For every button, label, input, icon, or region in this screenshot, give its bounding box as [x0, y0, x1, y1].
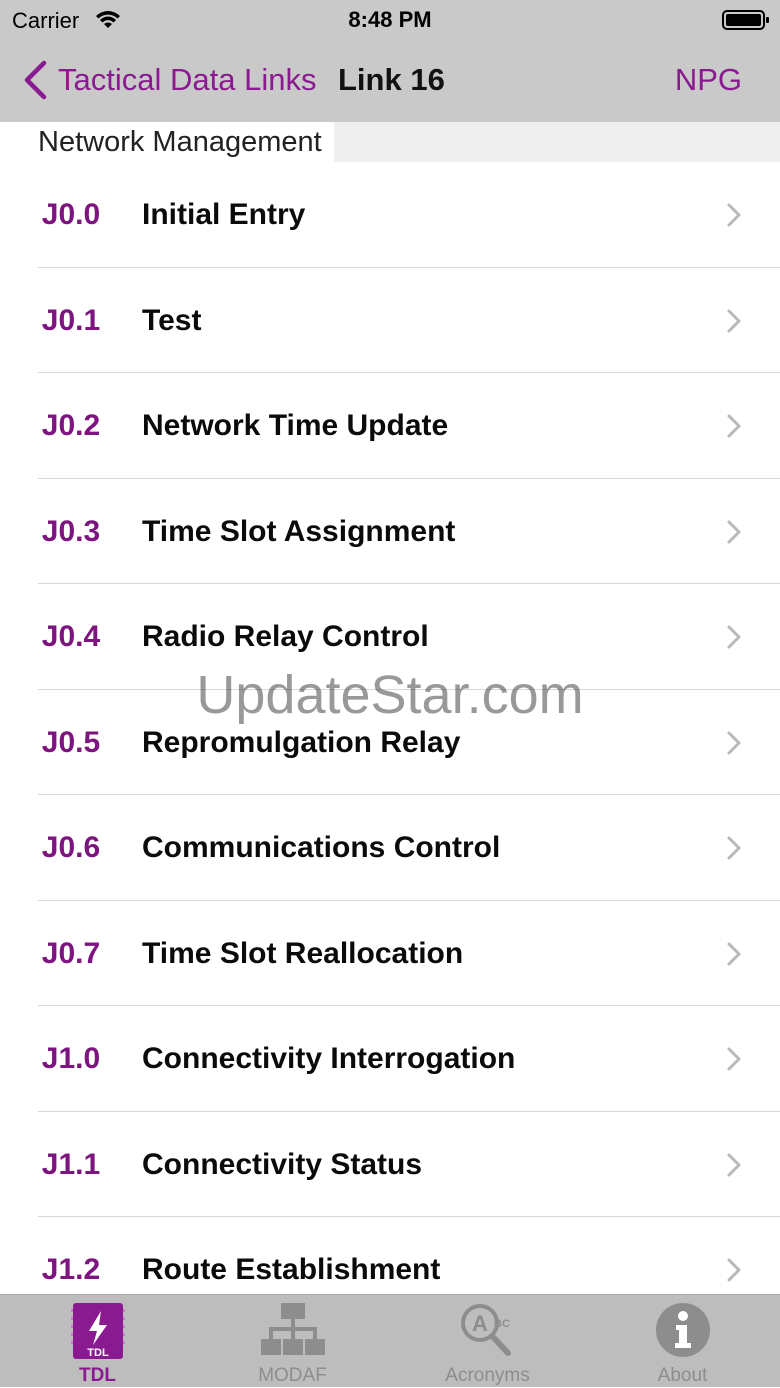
- tab-modaf[interactable]: MODAF: [195, 1295, 390, 1388]
- tab-label-tdl: TDL: [79, 1365, 116, 1386]
- page-title: Link 16: [338, 62, 445, 97]
- message-title: Time Slot Assignment: [142, 514, 456, 548]
- list-item[interactable]: J0.5 Repromulgation Relay: [0, 690, 780, 796]
- message-code: J0.4: [41, 620, 101, 653]
- section-header: Network Management: [0, 122, 780, 162]
- list-item[interactable]: J0.4 Radio Relay Control: [0, 584, 780, 690]
- chevron-right-icon: [727, 414, 741, 438]
- message-code: J0.6: [41, 831, 101, 864]
- status-bar: Carrier 8:48 PM: [0, 0, 780, 40]
- magnifier-abc-icon: A BC: [460, 1304, 511, 1356]
- section-title: Network Management: [0, 122, 334, 162]
- chevron-right-icon: [727, 1258, 741, 1282]
- chevron-right-icon: [727, 1153, 741, 1176]
- chevron-right-icon: [727, 625, 741, 649]
- tdl-icon: TDL: [70, 1303, 125, 1359]
- message-code: J0.2: [41, 409, 101, 442]
- back-button-label: Tactical Data Links: [58, 62, 317, 97]
- chevron-right-icon: [727, 731, 741, 754]
- message-code: J0.1: [41, 303, 101, 337]
- message-code: J1.1: [41, 1147, 101, 1181]
- svg-text:A: A: [472, 1311, 488, 1336]
- message-code: J0.0: [41, 198, 101, 231]
- list-item[interactable]: J0.1 Test: [0, 268, 780, 374]
- message-code: J1.0: [41, 1042, 101, 1075]
- message-title: Route Establishment: [142, 1253, 441, 1286]
- list-item[interactable]: J0.6 Communications Control: [0, 795, 780, 901]
- tab-label-about: About: [657, 1365, 708, 1386]
- tab-bar: TDL TDL MODAF A BC Acronyms About: [0, 1294, 780, 1387]
- message-title: Initial Entry: [142, 198, 306, 231]
- message-title: Repromulgation Relay: [142, 725, 461, 759]
- list-item[interactable]: J0.2 Network Time Update: [0, 373, 780, 479]
- message-title: Connectivity Status: [142, 1147, 423, 1181]
- chevron-left-icon: [24, 60, 47, 100]
- list-item[interactable]: J1.0 Connectivity Interrogation: [0, 1006, 780, 1112]
- svg-text:TDL: TDL: [87, 1347, 109, 1359]
- list-item[interactable]: J0.0 Initial Entry: [0, 162, 780, 268]
- message-title: Time Slot Reallocation: [142, 936, 464, 970]
- npg-button[interactable]: NPG: [675, 62, 742, 98]
- chevron-right-icon: [727, 520, 741, 543]
- message-title: Radio Relay Control: [142, 620, 429, 653]
- tab-tdl[interactable]: TDL TDL: [0, 1295, 195, 1388]
- tab-label-acronyms: Acronyms: [445, 1365, 530, 1386]
- list-item[interactable]: J1.1 Connectivity Status: [0, 1112, 780, 1218]
- chevron-right-icon: [727, 942, 741, 965]
- list-item[interactable]: J0.3 Time Slot Assignment: [0, 479, 780, 585]
- tab-about[interactable]: About: [585, 1295, 780, 1388]
- network-diagram-icon: [260, 1303, 325, 1355]
- message-code: J1.2: [41, 1253, 101, 1286]
- navigation-bar: Tactical Data Links Link 16 NPG: [0, 40, 780, 122]
- tab-acronyms[interactable]: A BC Acronyms: [390, 1295, 585, 1388]
- message-title: Test: [142, 303, 202, 337]
- message-list[interactable]: J0.0 Initial Entry J0.1 Test J0.2 Network Tim…: [0, 162, 780, 1294]
- message-title: Communications Control: [142, 831, 501, 864]
- list-item[interactable]: J1.2 Route Establishment: [0, 1217, 780, 1294]
- chevron-right-icon: [727, 309, 741, 332]
- list-item[interactable]: J0.7 Time Slot Reallocation: [0, 901, 780, 1007]
- tab-label-modaf: MODAF: [258, 1365, 327, 1386]
- message-title: Connectivity Interrogation: [142, 1042, 516, 1075]
- message-code: J0.5: [41, 725, 101, 759]
- chevron-right-icon: [727, 1047, 741, 1071]
- back-button[interactable]: Tactical Data Links: [22, 56, 316, 104]
- svg-text:BC: BC: [494, 1318, 510, 1330]
- status-time: 8:48 PM: [348, 7, 432, 32]
- message-code: J0.3: [41, 514, 101, 548]
- message-title: Network Time Update: [142, 409, 449, 442]
- battery-icon: [722, 10, 769, 30]
- message-code: J0.7: [41, 936, 101, 970]
- info-icon: [655, 1303, 710, 1357]
- chevron-right-icon: [727, 836, 741, 860]
- chevron-right-icon: [727, 203, 741, 227]
